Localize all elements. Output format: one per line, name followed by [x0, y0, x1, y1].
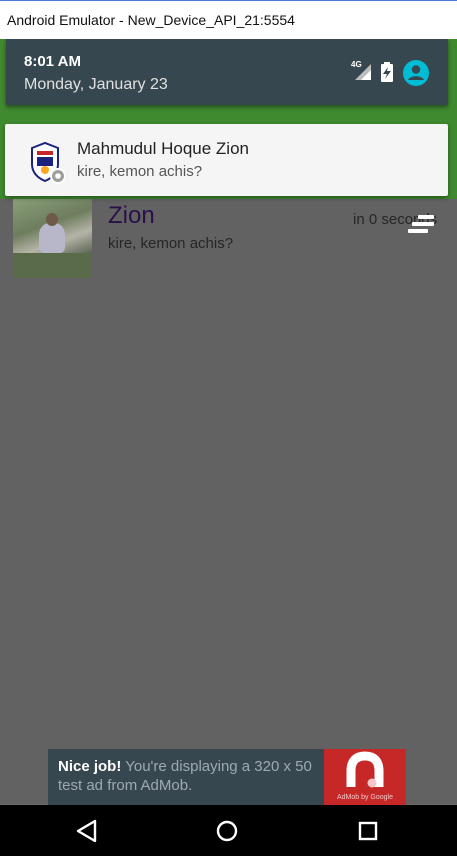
ad-banner[interactable]: Nice job! You're displaying a 320 x 50 t… [48, 749, 406, 805]
profile-icon[interactable] [402, 59, 430, 87]
window-title-bar: Android Emulator - New_Device_API_21:555… [0, 0, 457, 39]
heads-up-notification[interactable]: Mahmudul Hoque Zion kire, kemon achis? [5, 124, 448, 196]
emulator-screen: Zion in 0 seconds kire, kemon achis? 8:0… [0, 39, 457, 856]
admob-brand: AdMob by Google [336, 794, 394, 801]
notification-shade-header[interactable]: 8:01 AM Monday, January 23 4G [6, 39, 448, 105]
date: Monday, January 23 [24, 76, 168, 93]
notification-title: Mahmudul Hoque Zion [77, 139, 249, 158]
navigation-bar [0, 805, 457, 856]
avatar [13, 199, 92, 278]
chat-last-message: kire, kemon achis? [108, 235, 234, 252]
home-icon[interactable] [214, 818, 240, 844]
status-icons: 4G [351, 59, 441, 87]
chat-contact-name: Zion [108, 202, 155, 229]
ad-text: Nice job! You're displaying a 320 x 50 t… [58, 757, 323, 795]
app-emblem-icon [31, 141, 65, 184]
notification-text: kire, kemon achis? [77, 163, 203, 180]
app-content: Zion in 0 seconds kire, kemon achis? [0, 199, 457, 804]
overflow-menu-icon[interactable] [408, 215, 438, 237]
ad-headline: Nice job! [58, 758, 122, 775]
battery-charging-icon [381, 62, 393, 82]
signal-icon [355, 64, 371, 80]
admob-logo: AdMob by Google [324, 749, 406, 805]
clock: 8:01 AM [24, 53, 81, 70]
chat-list-item[interactable]: Zion in 0 seconds kire, kemon achis? [13, 199, 453, 279]
admob-icon [346, 751, 384, 788]
back-icon[interactable] [74, 818, 100, 844]
recents-icon[interactable] [355, 818, 381, 844]
window-title: Android Emulator - New_Device_API_21:555… [7, 12, 295, 28]
